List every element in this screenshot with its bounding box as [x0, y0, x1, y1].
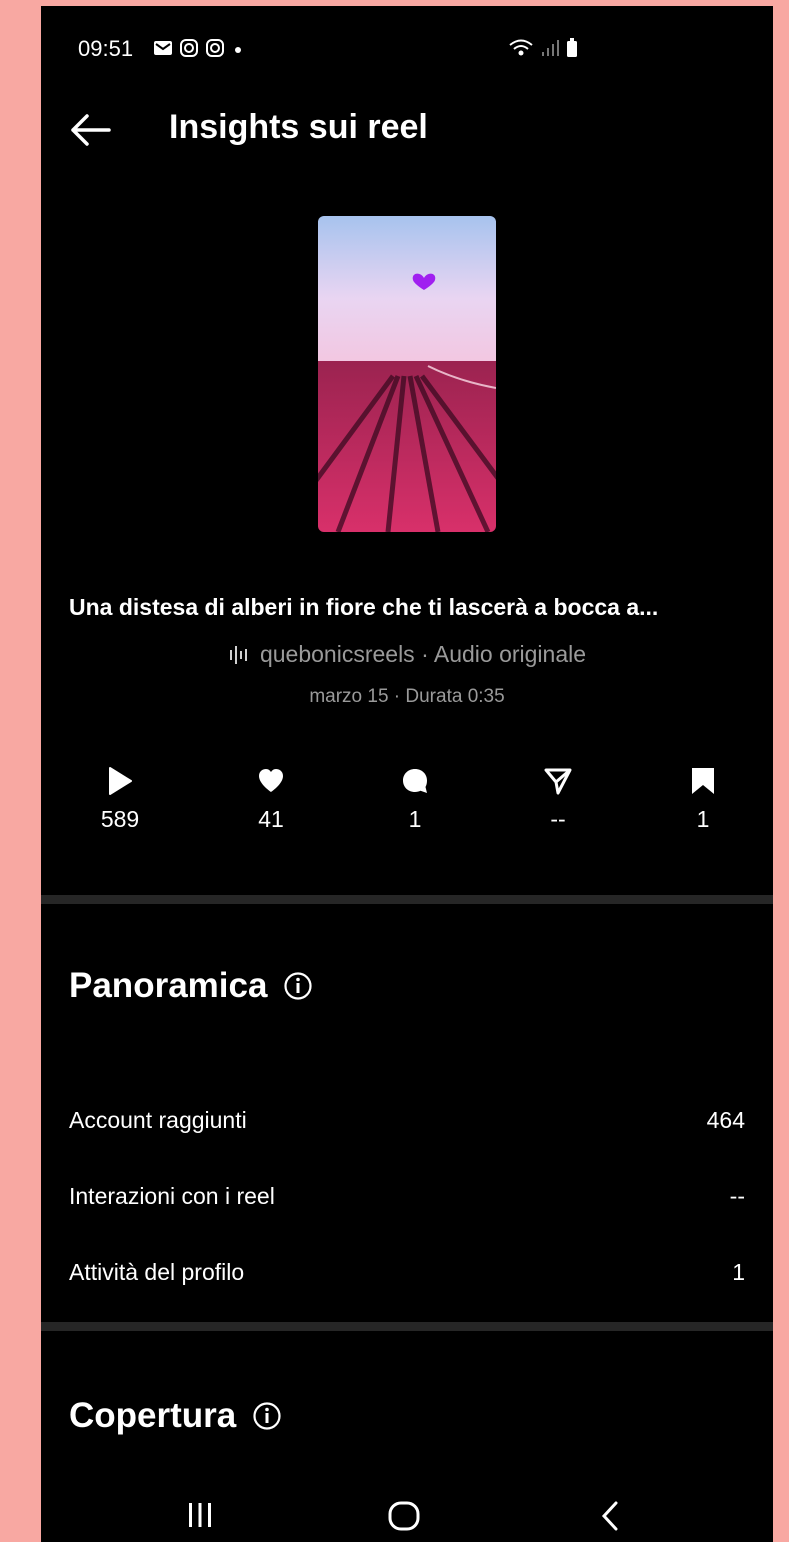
play-icon — [109, 767, 132, 795]
heart-icon — [259, 769, 283, 792]
stat-shares[interactable]: -- — [518, 766, 598, 833]
stat-value: -- — [550, 806, 566, 832]
wifi-icon — [509, 39, 533, 56]
back-button[interactable] — [67, 110, 113, 150]
battery-icon — [567, 38, 577, 57]
dot-icon — [235, 47, 241, 53]
overview-section-header: Panoramica — [69, 966, 313, 1006]
phone-screen: 09:51 Insights sui reel Una distesa di a… — [41, 6, 773, 1542]
arrow-left-icon — [71, 114, 111, 146]
stat-value: 589 — [100, 806, 140, 832]
info-icon[interactable] — [252, 1401, 282, 1431]
row-label: Attività del profilo — [69, 1259, 245, 1285]
row-label: Account raggiunti — [69, 1107, 247, 1133]
stat-value: 1 — [408, 806, 422, 832]
stat-comments[interactable]: 1 — [375, 766, 455, 833]
reel-audio[interactable]: quebonicsreels · Audio originale — [41, 641, 773, 668]
status-time: 09:51 — [78, 36, 134, 61]
home-icon[interactable] — [387, 1500, 421, 1532]
instagram-icon — [180, 39, 198, 57]
reel-caption: Una distesa di alberi in fiore che ti la… — [69, 594, 659, 620]
page-title: Insights sui reel — [169, 108, 428, 146]
mail-icon — [154, 41, 172, 55]
stat-value: 41 — [258, 806, 284, 832]
back-nav-icon[interactable] — [598, 1500, 622, 1532]
stat-saves[interactable]: 1 — [663, 766, 743, 833]
status-system-icons — [508, 38, 578, 58]
row-value: 1 — [732, 1259, 745, 1285]
row-label: Interazioni con i reel — [69, 1183, 275, 1209]
overview-title: Panoramica — [69, 966, 268, 1005]
section-divider — [41, 895, 773, 904]
stat-likes[interactable]: 41 — [231, 766, 311, 833]
reel-stats-row: 589 41 1 -- 1 — [41, 766, 773, 846]
reach-section-header: Copertura — [69, 1396, 282, 1436]
share-icon — [544, 768, 572, 795]
section-divider — [41, 1322, 773, 1331]
recent-apps-icon[interactable] — [183, 1500, 217, 1530]
reel-thumbnail[interactable] — [318, 216, 496, 532]
info-icon[interactable] — [283, 971, 313, 1001]
reel-date-duration: marzo 15 · Durata 0:35 — [309, 686, 505, 707]
audio-waveform-icon — [229, 645, 247, 664]
stat-value: 1 — [696, 806, 710, 832]
stat-plays[interactable]: 589 — [80, 766, 160, 833]
status-notification-icons — [153, 38, 245, 58]
audio-label: quebonicsreels · Audio originale — [259, 641, 587, 667]
overview-row-accounts-reached[interactable]: Account raggiunti 464 — [69, 1107, 745, 1134]
overview-row-reel-interactions[interactable]: Interazioni con i reel -- — [69, 1183, 745, 1210]
row-value: -- — [729, 1183, 745, 1209]
system-navigation-bar — [41, 1494, 773, 1542]
reach-title: Copertura — [69, 1396, 237, 1435]
comment-icon — [403, 769, 427, 793]
signal-icon — [542, 40, 559, 56]
overview-row-profile-activity[interactable]: Attività del profilo 1 — [69, 1259, 745, 1286]
row-value: 464 — [706, 1107, 745, 1133]
reel-preview-image — [318, 216, 496, 532]
bookmark-icon — [692, 768, 714, 794]
instagram-icon — [206, 39, 224, 57]
